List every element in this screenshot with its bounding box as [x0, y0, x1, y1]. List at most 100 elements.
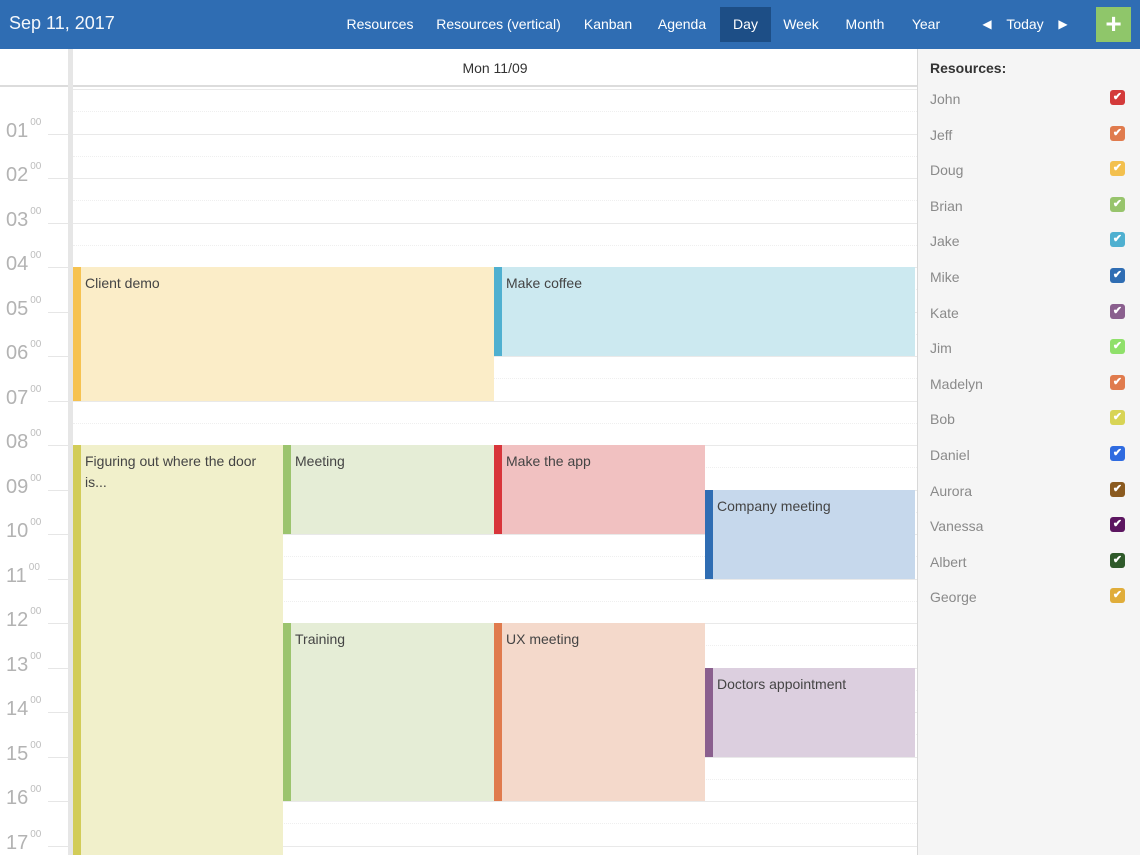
check-icon[interactable]: ✔ [1110, 410, 1125, 426]
hour-label: 06 00 [6, 339, 41, 365]
time-grid[interactable]: Client demo Make coffee Figuring out where… [73, 89, 917, 855]
resource-bob[interactable]: Bob ✔ [918, 403, 1140, 438]
hour-tick [48, 178, 68, 179]
check-icon[interactable]: ✔ [1110, 268, 1125, 283]
hour-label-hour: 17 [6, 831, 29, 854]
resource-doug[interactable]: Doug ✔ [918, 154, 1140, 189]
hour-tick [48, 578, 68, 580]
event-title: Make the app [506, 453, 591, 469]
check-icon[interactable]: ✔ [1110, 232, 1125, 248]
event-meeting[interactable]: Meeting [283, 445, 494, 534]
hour-label-hour: 10 [6, 520, 29, 542]
event-make-coffee[interactable]: Make coffee [494, 267, 915, 356]
hour-label: 08 00 [6, 428, 42, 454]
view-tab-kanban[interactable]: Kanban [572, 0, 644, 49]
hour-label: 15 00 [6, 739, 42, 766]
check-icon[interactable]: ✔ [1110, 196, 1125, 212]
check-icon[interactable]: ✔ [1110, 339, 1125, 355]
resource-daniel[interactable]: Daniel ✔ [918, 439, 1140, 474]
event-client-demo[interactable]: Client demo [73, 267, 494, 401]
hour-tick [48, 133, 68, 135]
event-doctors-appointment[interactable]: Doctors appointment [705, 667, 915, 757]
resource-vanessa[interactable]: Vanessa ✔ [918, 510, 1140, 545]
event-figuring-out-where-the-door-is[interactable]: Figuring out where the door is... [73, 445, 283, 855]
half-hour-line [73, 422, 917, 424]
event-title: Doctors appointment [717, 675, 847, 692]
hour-tick [48, 400, 68, 402]
resource-aurora[interactable]: Aurora ✔ [918, 475, 1140, 510]
view-tab-resources[interactable]: Resources [335, 0, 425, 49]
hour-tick [48, 222, 68, 224]
check-icon[interactable]: ✔ [1110, 517, 1125, 533]
resource-madelyn[interactable]: Madelyn ✔ [918, 368, 1140, 403]
resource-name: Jim [930, 340, 952, 357]
today-button[interactable]: Today [1000, 0, 1050, 49]
hour-label: 04 00 [6, 250, 41, 276]
hour-tick [48, 845, 68, 847]
resource-jeff[interactable]: Jeff ✔ [918, 119, 1140, 154]
view-tab-year[interactable]: Year [902, 0, 950, 49]
check-icon[interactable]: ✔ [1110, 90, 1125, 105]
event-ux-meeting[interactable]: UX meeting [494, 623, 705, 801]
view-tab-agenda[interactable]: Agenda [648, 0, 716, 49]
event-title: Meeting [295, 453, 345, 469]
resource-jake[interactable]: Jake ✔ [918, 225, 1140, 260]
check-icon[interactable]: ✔ [1110, 552, 1125, 568]
hour-label-minutes: 00 [30, 472, 42, 484]
day-header: Mon 11/09 [73, 49, 917, 87]
check-icon[interactable]: ✔ [1110, 374, 1125, 390]
hour-tick [48, 756, 68, 758]
hour-tick [48, 801, 68, 802]
check-icon[interactable]: ✔ [1110, 303, 1125, 319]
view-tab-resources-vertical[interactable]: Resources (vertical) [430, 0, 567, 49]
add-event-button[interactable]: + [1096, 7, 1131, 42]
hour-label-minutes: 00 [30, 428, 42, 440]
next-arrow-icon[interactable]: ▶ [1053, 0, 1073, 49]
hour-label-minutes: 00 [30, 695, 42, 707]
event-training[interactable]: Training [283, 623, 494, 801]
check-icon[interactable]: ✔ [1110, 481, 1125, 497]
hour-label: 17 00 [6, 828, 42, 855]
event-title: Make coffee [506, 275, 583, 291]
hour-label-minutes: 00 [30, 116, 42, 128]
check-icon[interactable]: ✔ [1110, 161, 1125, 177]
resource-name: Madelyn [930, 375, 983, 392]
hour-label-hour: 11 [6, 564, 27, 587]
hour-label-minutes: 00 [30, 739, 42, 751]
hour-tick [48, 311, 68, 313]
hour-line [73, 400, 917, 402]
resource-jim[interactable]: Jim ✔ [918, 332, 1140, 367]
resource-kate[interactable]: Kate ✔ [918, 297, 1140, 332]
check-icon[interactable]: ✔ [1110, 446, 1125, 461]
event-company-meeting[interactable]: Company meeting [705, 489, 915, 579]
hour-label-hour: 02 [6, 164, 29, 186]
previous-arrow-icon[interactable]: ◀ [977, 0, 997, 49]
event-color-bar [705, 667, 713, 757]
resource-name: Jeff [930, 126, 953, 143]
hour-line [73, 133, 917, 135]
event-color-bar [73, 445, 81, 855]
event-color-bar [283, 623, 291, 801]
hour-label: 05 00 [6, 295, 41, 321]
hour-label: 14 00 [6, 695, 42, 721]
hour-label-hour: 08 [6, 431, 29, 453]
view-tab-month[interactable]: Month [833, 0, 897, 49]
resource-albert[interactable]: Albert ✔ [918, 546, 1140, 581]
check-icon[interactable]: ✔ [1110, 588, 1125, 604]
view-tab-day[interactable]: Day [720, 7, 771, 42]
resource-name: Aurora [930, 482, 973, 499]
view-tab-week[interactable]: Week [775, 0, 827, 49]
resource-name: Daniel [930, 447, 970, 463]
hour-label-minutes: 00 [30, 828, 42, 840]
resource-john[interactable]: John ✔ [918, 83, 1140, 118]
hour-label: 16 00 [6, 784, 41, 810]
resource-george[interactable]: George ✔ [918, 581, 1140, 616]
resource-brian[interactable]: Brian ✔ [918, 190, 1140, 225]
resource-mike[interactable]: Mike ✔ [918, 261, 1140, 296]
hour-label-hour: 14 [6, 698, 29, 720]
hour-label-hour: 03 [6, 208, 29, 231]
event-make-the-app[interactable]: Make the app [494, 445, 705, 534]
check-icon[interactable]: ✔ [1110, 125, 1125, 141]
hour-label-hour: 05 [6, 297, 29, 320]
hour-tick [48, 356, 68, 357]
